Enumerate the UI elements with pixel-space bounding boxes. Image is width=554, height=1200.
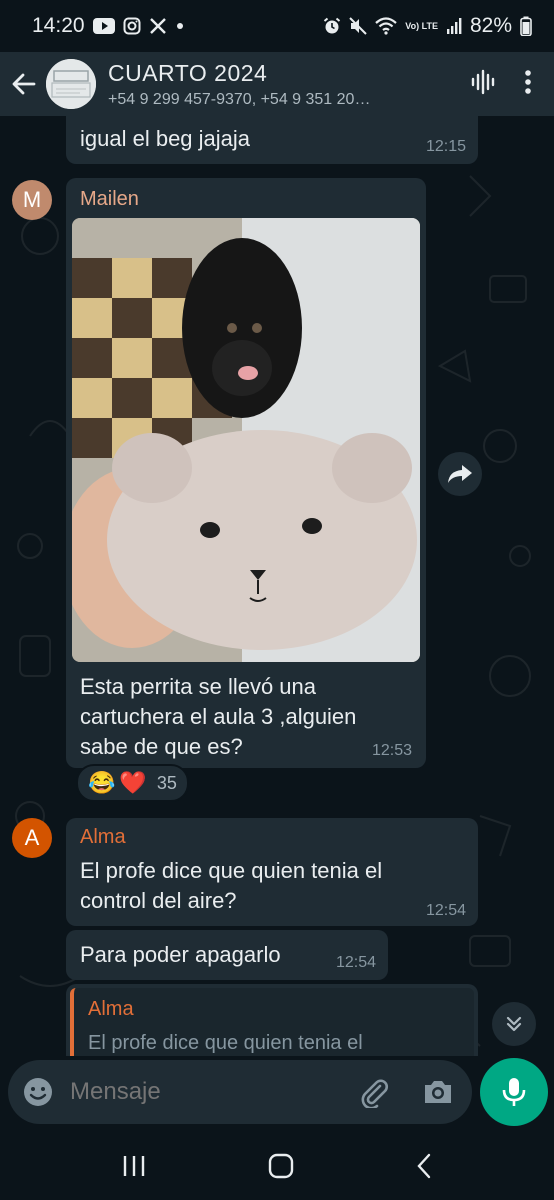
sender-name[interactable]: Alma [80, 826, 126, 849]
mute-icon [349, 17, 368, 35]
quoted-sender: Alma [88, 998, 134, 1020]
status-time: 14:20 [32, 14, 85, 37]
battery-percent: 82% [469, 14, 512, 37]
scroll-to-bottom-button[interactable] [492, 1002, 536, 1046]
message-reactions[interactable]: 😂 ❤️ 35 [76, 764, 189, 802]
sender-name[interactable]: Mailen [80, 188, 139, 211]
reaction-emoji: ❤️ [119, 770, 147, 795]
camera-icon[interactable] [422, 1078, 454, 1106]
group-avatar[interactable] [46, 59, 96, 109]
message-input[interactable] [70, 1078, 330, 1106]
message-text: igual el beg jajaja [80, 126, 251, 151]
quoted-reply[interactable]: Alma El profe dice que quien tenia el [70, 988, 474, 1056]
chat-header: CUARTO 2024 +54 9 299 457-9370, +54 9 35… [0, 52, 554, 116]
status-bar: 14:20 Vo) LTE 82% [0, 0, 554, 52]
more-vertical-icon[interactable] [524, 69, 532, 100]
instagram-icon [123, 17, 141, 35]
back-nav-icon[interactable] [415, 1153, 433, 1179]
back-arrow-icon[interactable] [2, 62, 46, 106]
alarm-icon [323, 17, 341, 35]
emoji-icon[interactable] [22, 1076, 54, 1108]
signal-icon [446, 17, 462, 35]
mic-button[interactable] [480, 1058, 548, 1126]
message-time: 12:54 [425, 902, 466, 919]
message-bubble[interactable]: Mailen Esta perrita se llevó una cartuch… [66, 178, 426, 768]
reaction-emoji: 😂 [88, 770, 116, 795]
avatar[interactable]: A [12, 818, 52, 858]
message-text: Esta perrita se llevó una cartuchera el … [80, 674, 357, 759]
message-photo[interactable] [72, 218, 420, 662]
chat-participants[interactable]: +54 9 299 457-9370, +54 9 351 20… [108, 91, 428, 109]
quoted-text: El profe dice que quien tenia el [88, 1032, 363, 1054]
message-text: Para poder apagarlo [80, 942, 281, 967]
avatar-letter: M [22, 187, 42, 212]
chat-area[interactable]: igual el beg jajaja 12:15 M Mailen Esta … [0, 116, 554, 1056]
avatar-letter: A [24, 825, 40, 850]
system-nav-bar [0, 1132, 554, 1200]
voice-call-waveform-icon[interactable] [470, 69, 496, 100]
dot-icon [175, 21, 185, 31]
forward-icon[interactable] [438, 452, 482, 496]
chat-title[interactable]: CUARTO 2024 [108, 60, 470, 87]
battery-icon [520, 16, 532, 36]
message-bubble[interactable]: Alma El profe dice que quien tenia el [66, 984, 478, 1056]
message-input-container[interactable] [8, 1060, 472, 1124]
message-time: 12:15 [425, 138, 466, 155]
message-bubble[interactable]: Alma El profe dice que quien tenia el co… [66, 818, 478, 926]
youtube-icon [92, 18, 115, 34]
message-time: 12:53 [371, 742, 412, 759]
message-bubble[interactable]: Para poder apagarlo 12:54 [66, 930, 388, 980]
composer [0, 1056, 554, 1132]
reaction-count: 35 [156, 772, 177, 793]
photo-dog-plush [72, 218, 420, 662]
attach-icon[interactable] [358, 1076, 390, 1108]
avatar[interactable]: M [12, 180, 52, 220]
message-text: El profe dice que quien tenia el control… [80, 858, 383, 913]
recent-apps-icon[interactable] [121, 1154, 147, 1178]
mic-icon [501, 1076, 527, 1108]
home-icon[interactable] [268, 1153, 294, 1179]
volte-icon: Vo) LTE [405, 20, 438, 31]
message-time: 12:54 [335, 954, 376, 971]
x-icon [149, 17, 167, 35]
wifi-icon [375, 17, 398, 35]
message-bubble[interactable]: igual el beg jajaja 12:15 [66, 116, 478, 164]
